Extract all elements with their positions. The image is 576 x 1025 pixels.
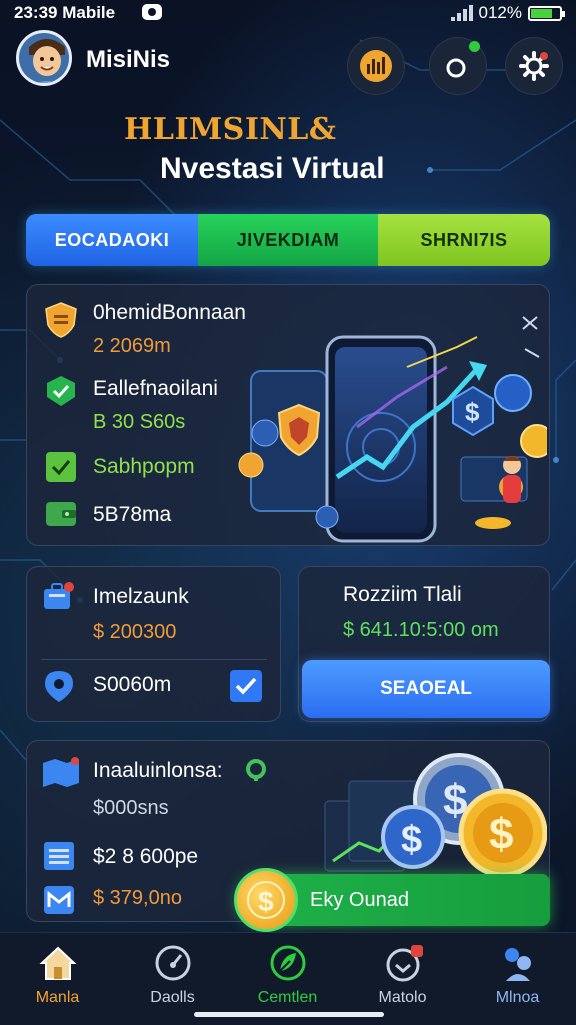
investment-value: $000sns: [93, 797, 169, 819]
notification-dot: [469, 41, 480, 52]
gear-icon: [519, 51, 549, 81]
phone-investment-illustration: $: [238, 316, 547, 543]
leaf-icon: [270, 945, 306, 981]
wallet-icon: [46, 502, 76, 526]
nav-item-home[interactable]: Manla: [0, 933, 115, 1025]
shield-icon: [45, 302, 77, 338]
camera-icon: [142, 4, 162, 20]
portfolio-row-2-label: Eallefnaoilani: [93, 377, 218, 400]
avatar-face-icon: [19, 33, 69, 83]
avatar[interactable]: [16, 30, 72, 86]
tab-shrni7is[interactable]: SHRNI7IS: [378, 214, 550, 266]
app-header: MisiNis: [0, 28, 576, 94]
settings-button[interactable]: [506, 38, 562, 94]
balance-title: Imelzaunk: [93, 585, 189, 608]
portfolio-row-3-label: Sabhpopm: [93, 455, 195, 478]
nav-label-market: Matolo: [378, 989, 427, 1006]
coin-icon: $: [234, 868, 298, 932]
nav-item-profile[interactable]: Mlnoa: [460, 933, 575, 1025]
investment-row3-value: $ 379,0no: [93, 887, 182, 909]
tab-eocadaoki[interactable]: EOCADAOKI: [26, 214, 198, 266]
check-shield-icon: [47, 376, 75, 406]
simulate-button[interactable]: SEAOEAL: [302, 660, 550, 718]
balance-divider: [41, 659, 267, 660]
svg-text:$: $: [489, 810, 513, 859]
status-bar: 23:39 Mabile 012%: [0, 0, 576, 26]
hero-title: HLIMSINL&: [124, 112, 337, 147]
investment-title: Inaaluinlonsa:: [93, 759, 223, 782]
tab-jivekdiam[interactable]: JIVEKDIAM: [198, 214, 378, 266]
profile-icon: [505, 948, 531, 981]
location-pin-icon: [45, 671, 73, 702]
home-icon: [39, 946, 77, 980]
gauge-icon: [155, 945, 191, 981]
nav-label-dashboard: Daolls: [150, 989, 195, 1006]
portfolio-card: 0hemidBonnaan 2 2069m Eallefnaoilani B 3…: [26, 284, 550, 546]
earn-label: Eky Ounad: [310, 889, 409, 911]
category-tabs: EOCADAOKI JIVEKDIAM SHRNI7IS: [26, 214, 550, 266]
checkbox-icon[interactable]: [229, 669, 263, 703]
mail-icon: [44, 886, 74, 914]
nav-label-center: Cemtlen: [257, 989, 318, 1006]
svg-text:$: $: [258, 886, 274, 917]
battery-fill: [531, 8, 552, 18]
search-icon[interactable]: [243, 757, 269, 783]
ring-icon: [446, 58, 466, 78]
home-indicator: [194, 1012, 384, 1017]
portfolio-row-4-label: 5B78ma: [93, 503, 172, 526]
map-icon: [43, 757, 79, 787]
profit-amount: $ 641.10:5:00 om: [343, 619, 499, 641]
nav-label-home: Manla: [35, 989, 80, 1006]
status-time-carrier: 23:39 Mabile: [14, 3, 116, 22]
list-icon: [44, 842, 74, 870]
user-name: MisiNis: [86, 46, 171, 73]
leaderboard-button[interactable]: [348, 38, 404, 94]
signal-icon: [450, 5, 473, 21]
battery-percent: 012%: [478, 3, 522, 22]
balance-sub-value: S0060m: [93, 673, 172, 696]
chart-bars-icon: [360, 50, 392, 82]
portfolio-row-2-value: B 30 S60s: [93, 411, 186, 433]
coin-dollar-glyph: $: [247, 881, 285, 919]
check-box-icon: [46, 452, 76, 482]
briefcase-icon: [44, 582, 74, 609]
status-indicators: 012%: [450, 3, 565, 23]
hero-subtitle: Nvestasi Virtual: [160, 152, 385, 185]
notifications-button[interactable]: [430, 38, 486, 94]
battery-icon: [528, 5, 565, 21]
nav-label-profile: Mlnoa: [495, 989, 540, 1006]
investment-row2-value: $2 8 600pe: [93, 845, 199, 868]
svg-text:$: $: [465, 397, 480, 427]
balance-card[interactable]: Imelzaunk $ 200300 S0060m: [26, 566, 281, 722]
portfolio-row-1-value: 2 2069m: [93, 335, 171, 357]
coins-illustration: $ $ $: [324, 753, 547, 878]
download-icon: [386, 945, 423, 982]
svg-text:$: $: [401, 819, 422, 861]
earn-button[interactable]: $ Eky Ounad: [234, 868, 550, 932]
balance-amount: $ 200300: [93, 621, 177, 643]
profit-title: Rozziim Tlali: [343, 583, 462, 606]
